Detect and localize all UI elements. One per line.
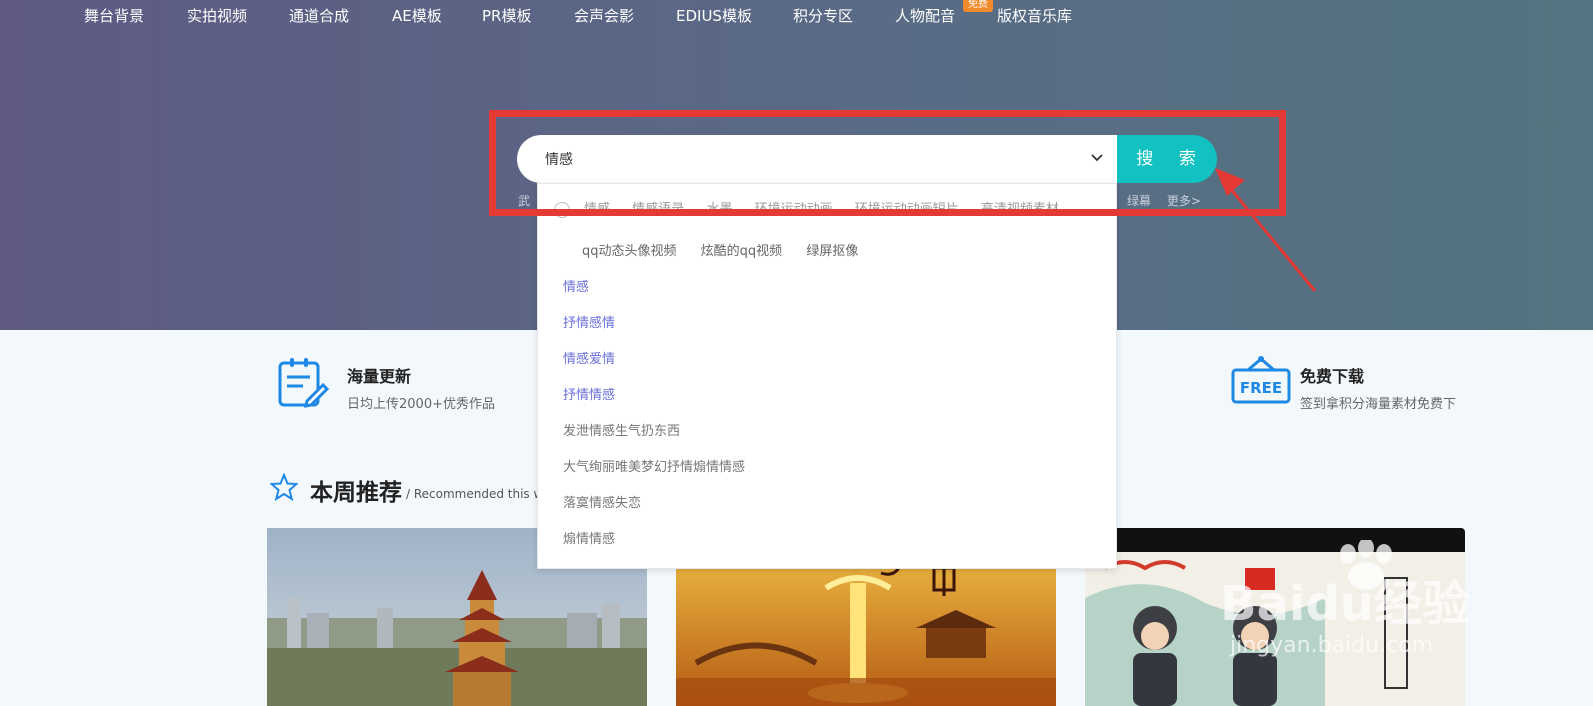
search-history-row-2: qq动态头像视频 炫酷的qq视频 绿屏抠像 xyxy=(582,240,878,259)
feature-title: 海量更新 xyxy=(347,367,412,386)
red-arrow-annotation xyxy=(1215,168,1317,292)
history-item[interactable]: 炫酷的qq视频 xyxy=(701,244,783,259)
suggestion-item[interactable]: 煽情情感 xyxy=(563,528,615,547)
nav-item-pr-templates[interactable]: PR模板 xyxy=(482,5,531,26)
top-nav: 舞台背景 实拍视频 通道合成 AE模板 PR模板 会声会影 EDIUS模板 积分… xyxy=(0,0,1593,27)
svg-text:FREE: FREE xyxy=(1240,379,1282,397)
suggestion-item[interactable]: 抒情情感 xyxy=(563,384,615,403)
nav-item-channel-compositing[interactable]: 通道合成 xyxy=(289,5,349,26)
red-highlight-box xyxy=(489,110,1286,216)
baidu-paw-logo: Baidu经验 jingyan.baidu.com xyxy=(1220,538,1470,658)
nav-item-live-video[interactable]: 实拍视频 xyxy=(187,5,247,26)
clipboard-edit-icon xyxy=(278,358,329,408)
section-subtitle: / Recommended this w xyxy=(406,487,544,501)
suggestion-item[interactable]: 抒情感情 xyxy=(563,312,615,331)
star-icon xyxy=(270,473,298,501)
feature-subtitle: 签到拿积分海量素材免费下 xyxy=(1300,397,1457,412)
nav-item-videostudio[interactable]: 会声会影 xyxy=(574,5,634,26)
watermark-subtext: jingyan.baidu.com xyxy=(1229,633,1433,658)
suggestion-item[interactable]: 落寞情感失恋 xyxy=(563,492,641,511)
search-suggestions-dropdown: 情感 情感语录 水墨 环境运动动画 环境运动动画短片 高清视频素材 qq动态头像… xyxy=(537,183,1117,569)
suggestion-item[interactable]: 大气绚丽唯美梦幻抒情煽情情感 xyxy=(563,456,745,475)
section-title: 本周推荐 xyxy=(310,480,402,506)
suggestion-item[interactable]: 情感爱情 xyxy=(563,348,615,367)
feature-subtitle: 日均上传2000+优秀作品 xyxy=(347,397,495,412)
history-item[interactable]: qq动态头像视频 xyxy=(582,244,677,259)
nav-item-edius-templates[interactable]: EDIUS模板 xyxy=(676,5,752,26)
nav-item-stage-background[interactable]: 舞台背景 xyxy=(84,5,144,26)
nav-item-voice-over[interactable]: 人物配音 xyxy=(895,5,955,26)
suggestion-item[interactable]: 发泄情感生气扔东西 xyxy=(563,420,680,439)
feature-title: 免费下载 xyxy=(1300,367,1365,386)
suggestion-item[interactable]: 情感 xyxy=(563,276,589,295)
watermark-text: Baidu经验 xyxy=(1220,576,1470,632)
nav-item-copyright-music[interactable]: 版权音乐库 xyxy=(997,5,1072,26)
free-sign-icon: FREE xyxy=(1231,356,1291,404)
baidu-jingyan-watermark: Baidu经验 jingyan.baidu.com xyxy=(1220,538,1490,674)
nav-item-points-zone[interactable]: 积分专区 xyxy=(793,5,853,26)
history-item[interactable]: 绿屏抠像 xyxy=(806,244,858,259)
free-badge: 免费 xyxy=(963,0,993,12)
nav-item-ae-templates[interactable]: AE模板 xyxy=(392,5,442,26)
